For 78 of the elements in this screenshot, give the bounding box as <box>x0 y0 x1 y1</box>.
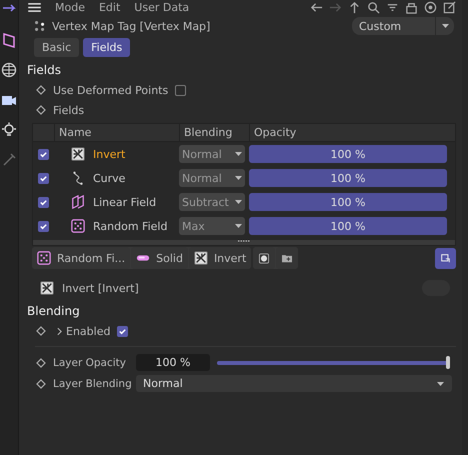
vertex-dots-icon <box>34 20 46 32</box>
opacity-value: 100 % <box>330 196 366 208</box>
column-header[interactable]: Blending <box>179 124 249 141</box>
field-label: Use Deformed Points <box>53 84 168 96</box>
opacity-bar[interactable]: 100 % <box>249 169 447 187</box>
square-corner-icon <box>441 252 450 264</box>
caret-icon <box>442 24 448 28</box>
caret-icon <box>235 200 242 204</box>
opacity-slider[interactable] <box>217 356 450 369</box>
keyframe-diamond-icon[interactable] <box>36 326 46 336</box>
opacity-bar[interactable]: 100 % <box>249 193 447 211</box>
field-name[interactable]: Random Field <box>93 220 168 232</box>
preset-dropdown[interactable]: Custom <box>352 17 454 35</box>
layer-title: Invert [Invert] <box>62 282 139 294</box>
field-label: Layer Opacity <box>53 356 127 368</box>
menu-item[interactable]: Mode <box>55 2 85 12</box>
opacity-input[interactable]: 100 % <box>136 354 210 371</box>
opacity-value: 100 % <box>330 220 366 232</box>
field-name[interactable]: Curve <box>93 172 126 184</box>
checkbox[interactable] <box>175 84 186 96</box>
opacity-bar[interactable]: 100 % <box>249 217 447 235</box>
keyframe-diamond-icon[interactable] <box>36 358 46 368</box>
slider-handle[interactable] <box>446 356 450 369</box>
checkbox[interactable] <box>38 220 49 232</box>
opacity-bar[interactable]: 100 % <box>249 145 447 163</box>
tab[interactable]: Basic <box>34 38 80 57</box>
new-window-icon[interactable] <box>443 0 456 14</box>
dice-icon <box>71 219 85 233</box>
globe-icon[interactable] <box>1 62 17 78</box>
up-arrow-icon[interactable] <box>348 0 361 14</box>
back-arrow-icon[interactable] <box>310 0 323 14</box>
layer-blending-dropdown[interactable]: Normal <box>136 375 452 392</box>
invert-icon <box>71 147 85 161</box>
opacity-value: 100 % <box>330 148 366 160</box>
blending-dropdown[interactable]: Normal <box>179 145 245 163</box>
pen-icon[interactable] <box>1 152 17 168</box>
object-title: Vertex Map Tag [Vertex Map] <box>52 20 210 32</box>
circle-in-square-icon <box>259 252 270 264</box>
folder-plus-icon <box>282 252 292 264</box>
layer-mode-button[interactable] <box>435 248 456 268</box>
section-title: Fields <box>26 62 62 79</box>
search-icon[interactable] <box>367 0 380 14</box>
checkbox[interactable] <box>117 326 128 336</box>
dice-icon <box>37 251 51 265</box>
column-header[interactable]: Opacity <box>249 124 455 141</box>
target-icon[interactable] <box>424 0 437 14</box>
invert-icon <box>194 251 208 265</box>
blending-dropdown[interactable]: Max <box>179 217 245 235</box>
tab[interactable]: Fields <box>83 38 130 57</box>
checkbox[interactable] <box>38 148 49 160</box>
chevron-icon[interactable] <box>57 326 62 336</box>
checkbox[interactable] <box>38 172 49 184</box>
cube-icon[interactable] <box>1 32 17 48</box>
field-label: Enabled <box>66 324 110 338</box>
blending-dropdown[interactable]: Subtract <box>179 193 245 211</box>
field-label: Layer Blending <box>53 378 129 390</box>
caret-icon <box>437 382 444 386</box>
curve-icon <box>71 171 85 185</box>
caret-icon <box>235 224 242 228</box>
blending-dropdown[interactable]: Normal <box>179 169 245 187</box>
column-header[interactable]: Name <box>54 124 179 141</box>
menu-item[interactable]: Edit <box>98 2 120 12</box>
lock-icon[interactable] <box>405 0 418 14</box>
menu-icon[interactable] <box>28 2 41 12</box>
menu-item[interactable]: User Data <box>134 2 190 12</box>
field-name[interactable]: Invert <box>93 148 126 160</box>
field-name[interactable]: Linear Field <box>93 196 156 208</box>
keyframe-diamond-icon[interactable] <box>36 378 46 388</box>
layer-button[interactable]: Solid <box>131 247 188 269</box>
caret-icon <box>235 176 242 180</box>
caret-icon <box>235 152 242 156</box>
invert-icon <box>40 281 54 295</box>
checkbox[interactable] <box>38 196 49 208</box>
section-title: Blending <box>26 303 81 320</box>
opacity-value: 100 % <box>330 172 366 184</box>
linear-field-icon <box>71 195 85 209</box>
field-label: Fields <box>53 104 84 116</box>
light-bulb-icon[interactable] <box>1 122 17 138</box>
